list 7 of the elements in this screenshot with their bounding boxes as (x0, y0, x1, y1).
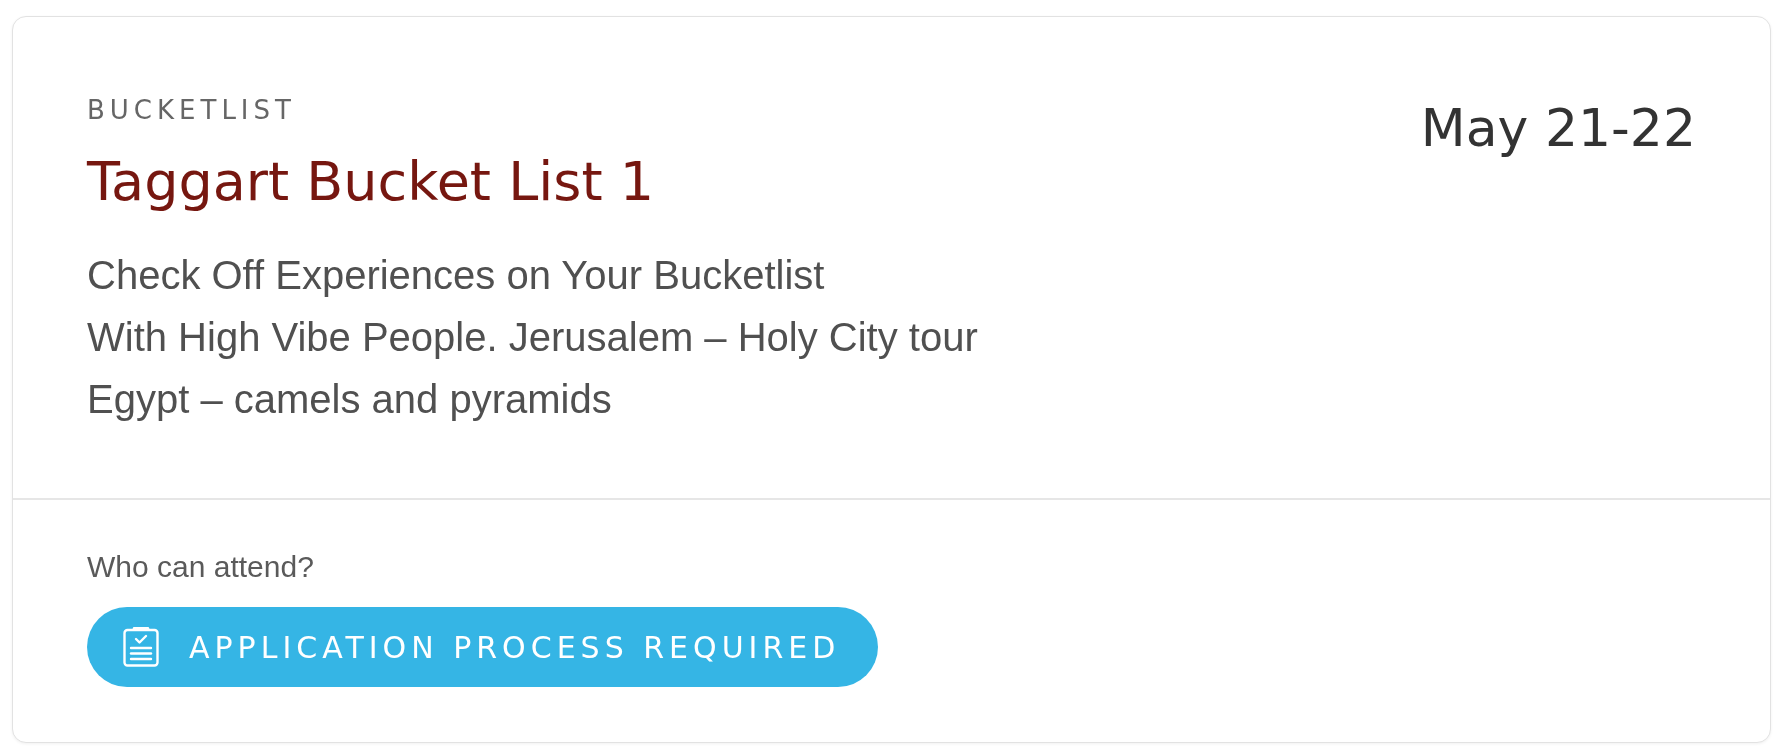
event-date: May 21-22 (1420, 97, 1696, 159)
event-title: Taggart Bucket List 1 (87, 149, 656, 214)
event-description: Check Off Experiences on Your Bucketlist With High Vibe People. Jerusalem – Holy City tour Egypt – camels and pyramids (87, 252, 978, 423)
attendance-label: Who can attend? (87, 549, 314, 585)
event-category: BUCKETLIST (87, 95, 297, 125)
badge-text: APPLICATION PROCESS REQUIRED (189, 629, 841, 665)
clipboard-check-icon (123, 627, 159, 667)
